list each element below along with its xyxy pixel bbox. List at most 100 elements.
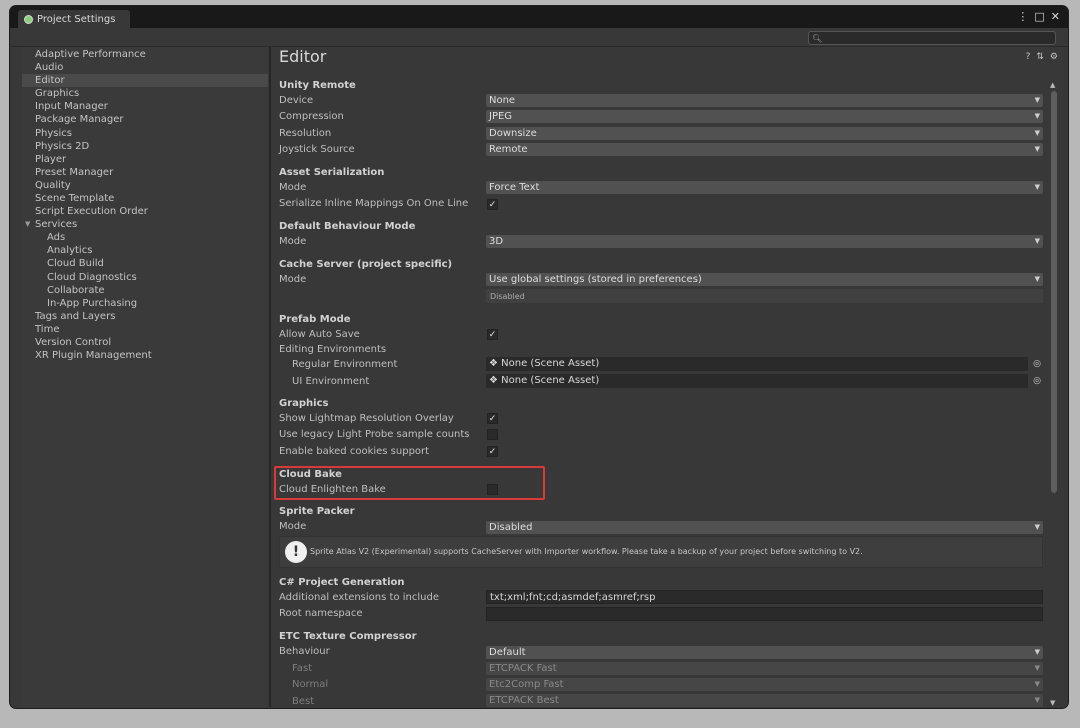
sidebar-item-player[interactable]: Player <box>22 153 268 166</box>
section-default-behaviour-mode: Default Behaviour Mode <box>279 221 416 232</box>
settings-sidebar: Adaptive Performance Audio Editor Graphi… <box>22 47 268 707</box>
etc-fast-label: Fast <box>292 663 313 674</box>
sidebar-item-version-control[interactable]: Version Control <box>22 336 268 349</box>
ui-environment-label: UI Environment <box>292 376 370 387</box>
chevron-down-icon: ▼ <box>1034 696 1040 704</box>
additional-extensions-input[interactable]: txt;xml;fnt;cd;asmdef;asmref;rsp <box>486 590 1043 604</box>
sidebar-item-scene-template[interactable]: Scene Template <box>22 192 268 205</box>
resolution-dropdown[interactable]: Downsize ▼ <box>486 127 1043 140</box>
joystick-source-dropdown[interactable]: Remote ▼ <box>486 143 1043 156</box>
tab-title: Project Settings <box>37 13 116 25</box>
dropdown-value: Disabled <box>489 522 533 533</box>
sidebar-item-adaptive-performance[interactable]: Adaptive Performance <box>22 48 268 61</box>
serialize-inline-label: Serialize Inline Mappings On One Line <box>279 198 469 209</box>
more-menu-icon[interactable]: ⋮ <box>1017 10 1028 24</box>
sidebar-item-input-manager[interactable]: Input Manager <box>22 100 268 113</box>
legacy-light-probe-checkbox[interactable] <box>487 429 498 440</box>
section-asset-serialization: Asset Serialization <box>279 167 385 178</box>
allow-auto-save-checkbox[interactable]: ✓ <box>487 329 498 340</box>
header-icons: ? ⇅ ⚙ <box>1026 52 1058 62</box>
dropdown-value: JPEG <box>489 111 513 122</box>
gear-icon[interactable]: ⚙ <box>1050 52 1058 62</box>
page-title: Editor <box>279 47 327 66</box>
chevron-down-icon: ▼ <box>1034 237 1040 245</box>
sidebar-item-graphics[interactable]: Graphics <box>22 87 268 100</box>
help-icon[interactable]: ? <box>1026 52 1031 62</box>
sidebar-item-collaborate[interactable]: Collaborate <box>22 284 268 297</box>
legacy-light-probe-label: Use legacy Light Probe sample counts <box>279 429 470 440</box>
sidebar-item-physics[interactable]: Physics <box>22 127 268 140</box>
scroll-down-icon[interactable]: ▼ <box>1050 699 1055 707</box>
serialization-mode-dropdown[interactable]: Force Text ▼ <box>486 181 1043 194</box>
sidebar-item-cloud-build[interactable]: Cloud Build <box>22 257 268 270</box>
resolution-label: Resolution <box>279 128 332 139</box>
sidebar-item-editor[interactable]: Editor <box>22 74 268 87</box>
search-icon: 🔍︎ <box>812 33 823 43</box>
close-icon[interactable]: ✕ <box>1051 10 1060 24</box>
object-picker-icon[interactable]: ◎ <box>1031 357 1043 371</box>
dropdown-value: None <box>489 95 516 106</box>
allow-auto-save-label: Allow Auto Save <box>279 329 360 340</box>
sidebar-item-tags-and-layers[interactable]: Tags and Layers <box>22 310 268 323</box>
scroll-up-icon[interactable]: ▲ <box>1050 81 1055 89</box>
scene-asset-icon: ❖ <box>489 375 502 386</box>
sidebar-item-script-execution-order[interactable]: Script Execution Order <box>22 205 268 218</box>
etc-normal-dropdown[interactable]: Etc2Comp Fast ▼ <box>486 678 1043 691</box>
lightmap-overlay-checkbox[interactable]: ✓ <box>487 413 498 424</box>
object-picker-icon[interactable]: ◎ <box>1031 374 1043 388</box>
serialize-inline-checkbox[interactable]: ✓ <box>487 199 498 210</box>
sidebar-item-package-manager[interactable]: Package Manager <box>22 113 268 126</box>
etc-behaviour-dropdown[interactable]: Default ▼ <box>486 646 1043 659</box>
compression-label: Compression <box>279 111 344 122</box>
chevron-down-icon: ▼ <box>1034 129 1040 137</box>
behaviour-mode-dropdown[interactable]: 3D ▼ <box>486 235 1043 248</box>
maximize-icon[interactable]: □ <box>1034 10 1044 24</box>
device-dropdown[interactable]: None ▼ <box>486 94 1043 107</box>
chevron-down-icon: ▼ <box>1034 96 1040 104</box>
device-label: Device <box>279 95 314 106</box>
sprite-packer-mode-dropdown[interactable]: Disabled ▼ <box>486 521 1043 534</box>
etc-fast-dropdown[interactable]: ETCPACK Fast ▼ <box>486 662 1043 675</box>
expand-arrow-icon[interactable]: ▼ <box>25 218 30 231</box>
sidebar-item-in-app-purchasing[interactable]: In-App Purchasing <box>22 297 268 310</box>
section-graphics: Graphics <box>279 398 329 409</box>
sidebar-item-services[interactable]: ▼ Services <box>22 218 268 231</box>
vertical-scrollbar[interactable]: ▲ ▼ <box>1050 81 1058 707</box>
sidebar-item-ads[interactable]: Ads <box>22 231 268 244</box>
sprite-atlas-warning: ! Sprite Atlas V2 (Experimental) support… <box>279 536 1043 568</box>
regular-environment-field[interactable]: ❖ None (Scene Asset) <box>486 357 1028 371</box>
behaviour-mode-label: Mode <box>279 236 307 247</box>
root-namespace-input[interactable] <box>486 607 1043 621</box>
baked-cookies-checkbox[interactable]: ✓ <box>487 446 498 457</box>
cloud-enlighten-bake-checkbox[interactable] <box>487 484 498 495</box>
search-input[interactable]: 🔍︎ <box>808 31 1056 45</box>
editing-environments-label: Editing Environments <box>279 344 387 355</box>
scene-asset-icon: ❖ <box>489 358 502 369</box>
sidebar-item-time[interactable]: Time <box>22 323 268 336</box>
sidebar-item-xr-plugin-management[interactable]: XR Plugin Management <box>22 349 268 362</box>
chevron-down-icon: ▼ <box>1034 112 1040 120</box>
sidebar-item-quality[interactable]: Quality <box>22 179 268 192</box>
sidebar-item-physics-2d[interactable]: Physics 2D <box>22 140 268 153</box>
sidebar-item-label: Services <box>35 219 78 230</box>
sidebar-item-audio[interactable]: Audio <box>22 61 268 74</box>
ui-environment-field[interactable]: ❖ None (Scene Asset) <box>486 374 1028 388</box>
section-unity-remote: Unity Remote <box>279 80 356 91</box>
dropdown-value: 3D <box>489 236 504 247</box>
sidebar-item-preset-manager[interactable]: Preset Manager <box>22 166 268 179</box>
tab-project-settings[interactable]: Project Settings <box>18 10 130 28</box>
preset-icon[interactable]: ⇅ <box>1036 52 1044 62</box>
dropdown-value: Downsize <box>489 128 537 139</box>
dropdown-value: Etc2Comp Fast <box>489 679 564 690</box>
section-cache-server: Cache Server (project specific) <box>279 259 453 270</box>
cache-mode-dropdown[interactable]: Use global settings (stored in preferenc… <box>486 273 1043 286</box>
sidebar-item-cloud-diagnostics[interactable]: Cloud Diagnostics <box>22 271 268 284</box>
chevron-down-icon: ▼ <box>1034 523 1040 531</box>
lightmap-overlay-label: Show Lightmap Resolution Overlay <box>279 413 454 424</box>
scroll-thumb[interactable] <box>1051 91 1057 493</box>
etc-best-dropdown[interactable]: ETCPACK Best ▼ <box>486 694 1043 707</box>
chevron-down-icon: ▼ <box>1034 183 1040 191</box>
section-sprite-packer: Sprite Packer <box>279 506 355 517</box>
sidebar-item-analytics[interactable]: Analytics <box>22 244 268 257</box>
compression-dropdown[interactable]: JPEG ▼ <box>486 110 1043 123</box>
